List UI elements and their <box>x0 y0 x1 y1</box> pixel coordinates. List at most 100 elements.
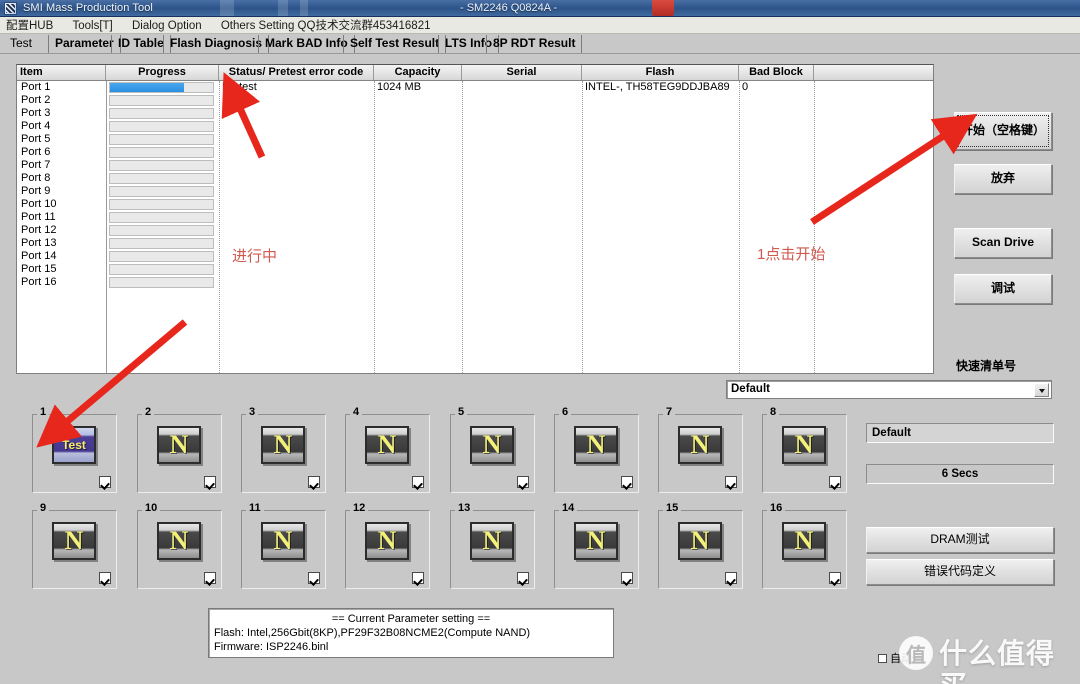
cell-bad-block <box>742 120 812 133</box>
drive-slot-enable-checkbox[interactable] <box>308 476 320 488</box>
drive-none-icon[interactable]: N <box>363 426 411 468</box>
drive-slot-panel[interactable]: 15 N <box>658 503 743 589</box>
menu-item-tools[interactable]: Tools[T] <box>64 17 120 34</box>
progress-bar <box>109 121 214 132</box>
tab-flash-diagnosis[interactable]: Flash Diagnosis <box>163 35 270 53</box>
table-row[interactable]: Port 15 <box>17 263 933 276</box>
table-row[interactable]: Port 4 <box>17 120 933 133</box>
menu-item-hub-config[interactable]: 配置HUB <box>0 17 61 34</box>
abort-button[interactable]: 放弃 <box>954 164 1052 194</box>
table-row[interactable]: Port 11 <box>17 211 933 224</box>
table-row[interactable]: Port 8 <box>17 172 933 185</box>
drive-none-icon[interactable]: N <box>155 522 203 564</box>
chevron-down-icon[interactable] <box>1034 383 1049 397</box>
drive-slot-panel[interactable]: 5N <box>450 407 535 493</box>
grid-col-status[interactable]: Status/ Pretest error code <box>219 65 374 80</box>
drive-none-icon[interactable]: N <box>155 426 203 468</box>
table-row[interactable]: Port 16 <box>17 276 933 289</box>
drive-slot-panel[interactable]: 9N <box>32 503 117 589</box>
drive-none-icon[interactable]: N <box>780 426 828 468</box>
drive-none-icon[interactable]: N <box>50 522 98 564</box>
profile-name-field[interactable]: Default <box>866 423 1054 443</box>
error-code-definition-button[interactable]: 错误代码定义 <box>866 559 1054 585</box>
drive-none-icon[interactable]: N <box>363 522 411 564</box>
drive-slot-panel[interactable]: 11 N <box>241 503 326 589</box>
progress-bar <box>109 108 214 119</box>
grid-col-item[interactable]: Item <box>17 65 106 80</box>
drive-slot-enable-checkbox[interactable] <box>829 572 841 584</box>
menu-item-others-setting[interactable]: Others Setting QQ技术交流群453416821 <box>213 17 439 34</box>
drive-slot-enable-checkbox[interactable] <box>621 476 633 488</box>
table-row[interactable]: Port 3 <box>17 107 933 120</box>
quick-list-select[interactable]: Default <box>726 380 1052 399</box>
start-button[interactable]: 开始（空格键） <box>954 112 1052 150</box>
drive-slot-enable-checkbox[interactable] <box>99 572 111 584</box>
grid-col-capacity[interactable]: Capacity <box>374 65 462 80</box>
table-row[interactable]: Port 7 <box>17 159 933 172</box>
drive-slot-enable-checkbox[interactable] <box>517 476 529 488</box>
table-row[interactable]: Port 14 <box>17 250 933 263</box>
drive-slot-panel[interactable]: 4N <box>345 407 430 493</box>
drive-slot-panel[interactable]: 1 Test <box>32 407 117 493</box>
drive-none-icon[interactable]: N <box>572 522 620 564</box>
table-row[interactable]: Port 10 <box>17 198 933 211</box>
tab-mark-bad-info[interactable]: Mark BAD Info <box>258 35 355 53</box>
drive-slot-panel[interactable]: 13 N <box>450 503 535 589</box>
drive-slot-panel[interactable]: 14 N <box>554 503 639 589</box>
table-row[interactable]: Port 6 <box>17 146 933 159</box>
table-row[interactable]: Port 13 <box>17 237 933 250</box>
drive-slot-panel[interactable]: 7N <box>658 407 743 493</box>
drive-none-icon[interactable]: N <box>468 426 516 468</box>
drive-slot-panel[interactable]: 12 N <box>345 503 430 589</box>
table-row[interactable]: Port 9 <box>17 185 933 198</box>
titlebar-glass-3 <box>300 0 308 16</box>
dram-test-button[interactable]: DRAM测试 <box>866 527 1054 553</box>
grid-col-serial[interactable]: Serial <box>462 65 582 80</box>
drive-slot-panel[interactable]: 2N <box>137 407 222 493</box>
drive-slot-enable-checkbox[interactable] <box>412 476 424 488</box>
drive-none-icon[interactable]: N <box>259 426 307 468</box>
drive-slot-enable-checkbox[interactable] <box>829 476 841 488</box>
table-row[interactable]: Port 2 <box>17 94 933 107</box>
table-row[interactable]: Port 5 <box>17 133 933 146</box>
drive-slot-enable-checkbox[interactable] <box>204 572 216 584</box>
drive-test-icon[interactable]: Test <box>50 426 98 468</box>
tab-self-test-result[interactable]: Self Test Result <box>343 35 447 53</box>
drive-none-icon[interactable]: N <box>572 426 620 468</box>
drive-slot-panel[interactable]: 10 N <box>137 503 222 589</box>
tab-parameter[interactable]: Parameter <box>48 35 121 53</box>
grid-col-blank[interactable] <box>814 65 933 80</box>
drive-slot-panel[interactable]: 6N <box>554 407 639 493</box>
drive-slot-panel[interactable]: 3N <box>241 407 326 493</box>
drive-slot-enable-checkbox[interactable] <box>725 476 737 488</box>
cell-status <box>222 94 372 107</box>
drive-slot-enable-checkbox[interactable] <box>412 572 424 584</box>
drive-slot-enable-checkbox[interactable] <box>308 572 320 584</box>
scan-drive-button[interactable]: Scan Drive <box>954 228 1052 258</box>
table-row[interactable]: Port 12 <box>17 224 933 237</box>
grid-col-bad-block[interactable]: Bad Block <box>739 65 814 80</box>
drive-none-icon[interactable]: N <box>468 522 516 564</box>
drive-slot-panel[interactable]: 16 N <box>762 503 847 589</box>
drive-none-icon[interactable]: N <box>676 426 724 468</box>
drive-slot-enable-checkbox[interactable] <box>725 572 737 584</box>
tab-test[interactable]: Test <box>4 34 44 54</box>
drive-slot-enable-checkbox[interactable] <box>517 572 529 584</box>
auto-value-checkbox-wrap[interactable]: 自动值 <box>878 650 923 666</box>
drive-none-icon[interactable]: N <box>676 522 724 564</box>
drive-slot-panel[interactable]: 8N <box>762 407 847 493</box>
table-row[interactable]: Port 1 Pretest 1024 MB INTEL-, TH58TEG9DDJB… <box>17 81 933 94</box>
grid-col-progress[interactable]: Progress <box>106 65 219 80</box>
drive-slot-enable-checkbox[interactable] <box>621 572 633 584</box>
menu-item-dialog-option[interactable]: Dialog Option <box>124 17 210 34</box>
tab-8p-rdt-result[interactable]: 8P RDT Result <box>486 35 583 53</box>
drive-none-icon[interactable]: N <box>259 522 307 564</box>
drive-none-icon[interactable]: N <box>780 522 828 564</box>
tab-id-table[interactable]: ID Table <box>111 35 171 53</box>
drive-slot-enable-checkbox[interactable] <box>204 476 216 488</box>
auto-value-checkbox[interactable] <box>878 654 887 663</box>
drive-slot-enable-checkbox[interactable] <box>99 476 111 488</box>
cell-serial <box>465 146 580 159</box>
grid-col-flash[interactable]: Flash <box>582 65 739 80</box>
debug-button[interactable]: 调试 <box>954 274 1052 304</box>
